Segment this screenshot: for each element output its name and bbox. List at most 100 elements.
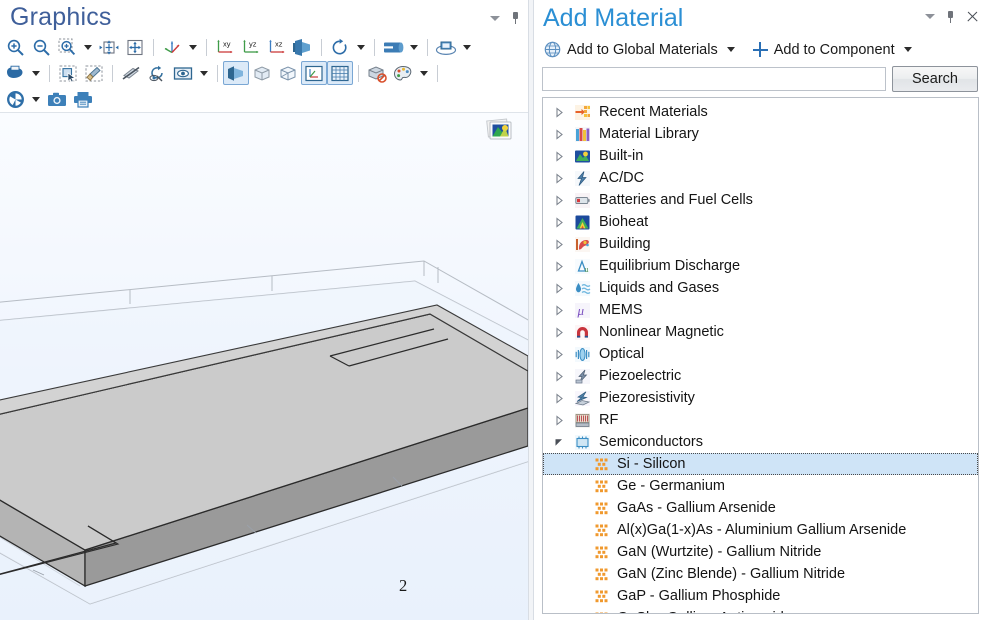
view-xz-icon[interactable]: xz (264, 35, 290, 59)
twisty-collapsed-icon[interactable] (551, 189, 567, 211)
tree-item-label: MEMS (599, 302, 643, 318)
tree-material-item[interactable]: Ge - Germanium (543, 475, 978, 497)
twisty-collapsed-icon[interactable] (551, 409, 567, 431)
tree-material-item[interactable]: GaP - Gallium Phosphide (543, 585, 978, 607)
tree-material-item[interactable]: GaAs - Gallium Arsenide (543, 497, 978, 519)
axis-view-icon[interactable] (159, 35, 185, 59)
twisty-collapsed-icon[interactable] (551, 123, 567, 145)
pin-icon[interactable] (946, 10, 955, 23)
tree-group-item[interactable]: Piezoelectric (543, 365, 978, 387)
tree-group-item[interactable]: Material Library (543, 123, 978, 145)
twisty-collapsed-icon[interactable] (551, 321, 567, 343)
tree-group-item[interactable]: RF (543, 409, 978, 431)
tree-group-item[interactable]: u Equilibrium Discharge (543, 255, 978, 277)
tree-item-label: GaN (Wurtzite) - Gallium Nitride (617, 544, 822, 560)
cube-solid-icon[interactable] (249, 61, 275, 85)
twisty-collapsed-icon[interactable] (551, 167, 567, 189)
search-input[interactable] (542, 67, 886, 91)
add-to-global-materials-button[interactable]: Add to Global Materials (542, 39, 737, 61)
tree-material-item[interactable]: Si - Silicon (543, 453, 978, 475)
twisty-collapsed-icon[interactable] (551, 255, 567, 277)
tree-material-item[interactable]: GaSb - Gallium Antimonide (543, 607, 978, 613)
select-box-icon[interactable] (55, 61, 81, 85)
reset-hiding-icon[interactable] (144, 61, 170, 85)
material-icon (595, 568, 608, 581)
twisty-expanded-icon[interactable] (551, 431, 567, 453)
tree-group-item[interactable]: Building (543, 233, 978, 255)
rotate-dropdown[interactable] (353, 35, 369, 59)
twisty-collapsed-icon[interactable] (551, 101, 567, 123)
color-palette-dropdown[interactable] (416, 61, 432, 85)
close-icon[interactable] (966, 10, 979, 23)
twisty-collapsed-icon[interactable] (551, 387, 567, 409)
twisty-collapsed-icon[interactable] (551, 365, 567, 387)
separator (49, 64, 50, 82)
twisty-collapsed-icon[interactable] (551, 211, 567, 233)
clear-selection-broom-icon[interactable] (81, 61, 107, 85)
tree-group-item[interactable]: Bioheat (543, 211, 978, 233)
zoom-box-icon[interactable] (54, 35, 80, 59)
tree-material-item[interactable]: GaN (Zinc Blende) - Gallium Nitride (543, 563, 978, 585)
mems-icon: μ (574, 302, 591, 319)
twisty-collapsed-icon[interactable] (551, 145, 567, 167)
rotate-icon[interactable] (327, 35, 353, 59)
camera-projection-dropdown[interactable] (406, 35, 422, 59)
rf-icon (574, 412, 591, 429)
zoom-box-dropdown[interactable] (80, 35, 96, 59)
view-hidden-dropdown[interactable] (196, 61, 212, 85)
twisty-collapsed-icon[interactable] (551, 277, 567, 299)
tree-group-item[interactable]: Optical (543, 343, 978, 365)
hide-geometry-icon[interactable] (118, 61, 144, 85)
twisty-collapsed-icon[interactable] (551, 233, 567, 255)
scene-light-toggle-icon[interactable] (223, 61, 249, 85)
print-dropdown[interactable] (28, 61, 44, 85)
color-palette-icon[interactable] (390, 61, 416, 85)
material-tree[interactable]: Recent Materials Material Library Built-in… (542, 97, 979, 614)
view-hidden-icon[interactable] (170, 61, 196, 85)
tree-group-item[interactable]: μ MEMS (543, 299, 978, 321)
pin-icon[interactable] (511, 12, 520, 24)
axis-view-dropdown[interactable] (185, 35, 201, 59)
aperture-dropdown[interactable] (28, 87, 44, 111)
tree-group-item[interactable]: Nonlinear Magnetic (543, 321, 978, 343)
twisty-collapsed-icon[interactable] (551, 343, 567, 365)
printer-icon[interactable] (70, 87, 96, 111)
tree-material-item[interactable]: GaN (Wurtzite) - Gallium Nitride (543, 541, 978, 563)
view-default-3d-icon[interactable] (290, 35, 316, 59)
view-yz-icon[interactable]: yz (238, 35, 264, 59)
twisty-collapsed-icon[interactable] (551, 299, 567, 321)
graphics-canvas[interactable]: 2 1 0 0 0.5 m μm (0, 112, 528, 620)
scene-light-icon[interactable] (433, 35, 459, 59)
view-xy-icon[interactable]: xy (212, 35, 238, 59)
camera-projection-icon[interactable] (380, 35, 406, 59)
zoom-to-selection-icon[interactable] (122, 35, 148, 59)
tree-group-item[interactable]: Built-in (543, 145, 978, 167)
tree-group-item[interactable]: Piezoresistivity (543, 387, 978, 409)
scene-light-dropdown[interactable] (459, 35, 475, 59)
tree-item-label: Batteries and Fuel Cells (599, 192, 753, 208)
print-preview-icon[interactable] (2, 61, 28, 85)
collapse-caret-icon[interactable] (490, 15, 500, 21)
axis-orientation-box-icon[interactable] (301, 61, 327, 85)
chevron-down-icon[interactable] (726, 47, 735, 52)
search-button[interactable]: Search (892, 66, 978, 92)
tree-group-item[interactable]: Semiconductors (543, 431, 978, 453)
tree-group-item[interactable]: Recent Materials (543, 101, 978, 123)
camera-snapshot-icon[interactable] (44, 87, 70, 111)
grid-box-icon[interactable] (327, 61, 353, 85)
material-icon (595, 612, 608, 613)
tree-group-item[interactable]: AC/DC (543, 167, 978, 189)
aperture-icon[interactable] (2, 87, 28, 111)
tree-material-item[interactable]: Al(x)Ga(1-x)As - Aluminium Gallium Arsen… (543, 519, 978, 541)
zoom-extents-icon[interactable] (96, 35, 122, 59)
tree-group-item[interactable]: Batteries and Fuel Cells (543, 189, 978, 211)
liquids-gases-icon (574, 280, 591, 297)
collapse-caret-icon[interactable] (925, 14, 935, 19)
hide-material-cube-icon[interactable] (364, 61, 390, 85)
tree-group-item[interactable]: Liquids and Gases (543, 277, 978, 299)
chevron-down-icon[interactable] (903, 47, 912, 52)
cube-wireframe-icon[interactable] (275, 61, 301, 85)
add-to-component-button[interactable]: Add to Component (751, 39, 914, 61)
zoom-in-icon[interactable] (2, 35, 28, 59)
zoom-out-icon[interactable] (28, 35, 54, 59)
